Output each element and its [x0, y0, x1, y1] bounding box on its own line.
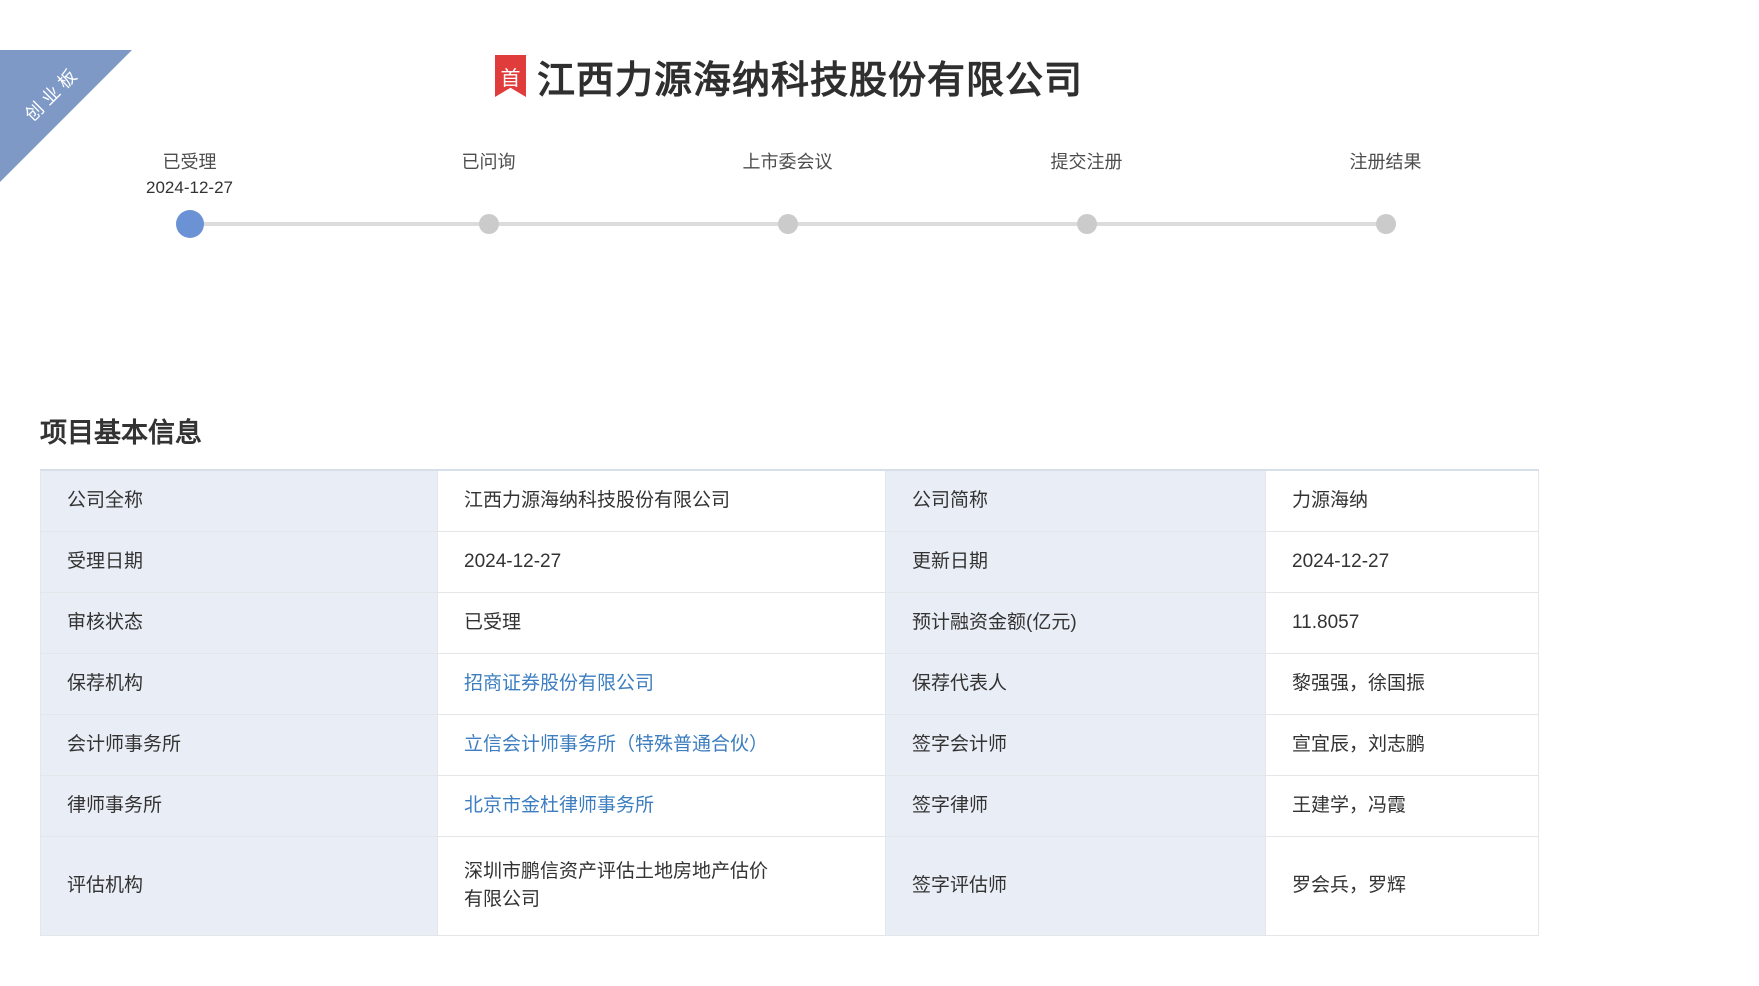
stepper-step-submit-registration: 提交注册: [937, 150, 1236, 254]
step-label: 注册结果: [1236, 150, 1535, 176]
step-dot-active: [176, 210, 204, 238]
field-label: 评估机构: [41, 836, 438, 935]
step-dot: [1376, 214, 1396, 234]
step-dot: [1077, 214, 1097, 234]
section-title-basic-info: 项目基本信息: [40, 413, 1578, 453]
field-label: 会计师事务所: [41, 714, 438, 775]
step-label: 上市委会议: [638, 150, 937, 176]
field-label: 签字律师: [886, 775, 1266, 836]
field-label: 预计融资金额(亿元): [886, 592, 1266, 653]
field-label: 审核状态: [41, 592, 438, 653]
step-dot: [778, 214, 798, 234]
field-value: 力源海纳: [1266, 470, 1539, 531]
stepper-step-listing-committee: 上市委会议: [638, 150, 937, 254]
field-value: 深圳市鹏信资产评估土地房地产估价有限公司: [464, 858, 780, 914]
main-content: 首 江西力源海纳科技股份有限公司 已受理 2024-12-27 已问询 上市委会…: [0, 50, 1578, 936]
field-label: 保荐机构: [41, 653, 438, 714]
company-title: 江西力源海纳科技股份有限公司: [537, 49, 1083, 104]
table-row-dates: 受理日期 2024-12-27 更新日期 2024-12-27: [41, 531, 1539, 592]
table-row-company-name: 公司全称 江西力源海纳科技股份有限公司 公司简称 力源海纳: [41, 470, 1539, 531]
field-label: 签字会计师: [886, 714, 1266, 775]
accounting-firm-link[interactable]: 立信会计师事务所（特殊普通合伙）: [464, 734, 768, 755]
field-label: 公司全称: [41, 470, 438, 531]
table-row-accounting-firm: 会计师事务所 立信会计师事务所（特殊普通合伙） 签字会计师 宣宜辰，刘志鹏: [41, 714, 1539, 775]
field-value: 2024-12-27: [438, 531, 886, 592]
table-row-valuation-agency: 评估机构 深圳市鹏信资产评估土地房地产估价有限公司 签字评估师 罗会兵，罗辉: [41, 836, 1539, 935]
review-progress-stepper: 已受理 2024-12-27 已问询 上市委会议 提交注册 注册结果: [40, 150, 1535, 254]
field-label: 签字评估师: [886, 836, 1266, 935]
field-label: 更新日期: [886, 531, 1266, 592]
step-label: 提交注册: [937, 150, 1236, 176]
field-label: 受理日期: [41, 531, 438, 592]
sponsor-link[interactable]: 招商证券股份有限公司: [464, 673, 654, 694]
law-firm-link[interactable]: 北京市金杜律师事务所: [464, 795, 654, 816]
stepper-step-registration-result: 注册结果: [1236, 150, 1535, 254]
step-date: [1236, 176, 1535, 204]
step-date: [937, 176, 1236, 204]
first-issue-badge: 首: [495, 55, 526, 97]
step-label: 已问询: [339, 150, 638, 176]
table-row-sponsor: 保荐机构 招商证券股份有限公司 保荐代表人 黎强强，徐国振: [41, 653, 1539, 714]
field-label: 保荐代表人: [886, 653, 1266, 714]
field-value: 黎强强，徐国振: [1266, 653, 1539, 714]
field-value: 2024-12-27: [1266, 531, 1539, 592]
field-value: 罗会兵，罗辉: [1266, 836, 1539, 935]
field-value: 宣宜辰，刘志鹏: [1266, 714, 1539, 775]
stepper-step-inquired: 已问询: [339, 150, 638, 254]
step-dot: [479, 214, 499, 234]
field-value: 11.8057: [1266, 592, 1539, 653]
page-header: 首 江西力源海纳科技股份有限公司: [0, 50, 1578, 102]
field-value: 已受理: [438, 592, 886, 653]
step-date: [638, 176, 937, 204]
step-date: 2024-12-27: [40, 176, 339, 204]
field-label: 公司简称: [886, 470, 1266, 531]
field-label: 律师事务所: [41, 775, 438, 836]
field-value: 江西力源海纳科技股份有限公司: [438, 470, 886, 531]
table-row-law-firm: 律师事务所 北京市金杜律师事务所 签字律师 王建学，冯霞: [41, 775, 1539, 836]
project-basic-info-table: 公司全称 江西力源海纳科技股份有限公司 公司简称 力源海纳 受理日期 2024-…: [40, 469, 1539, 936]
table-row-status-financing: 审核状态 已受理 预计融资金额(亿元) 11.8057: [41, 592, 1539, 653]
field-value: 王建学，冯霞: [1266, 775, 1539, 836]
step-label: 已受理: [40, 150, 339, 176]
step-date: [339, 176, 638, 204]
stepper-step-accepted: 已受理 2024-12-27: [40, 150, 339, 254]
